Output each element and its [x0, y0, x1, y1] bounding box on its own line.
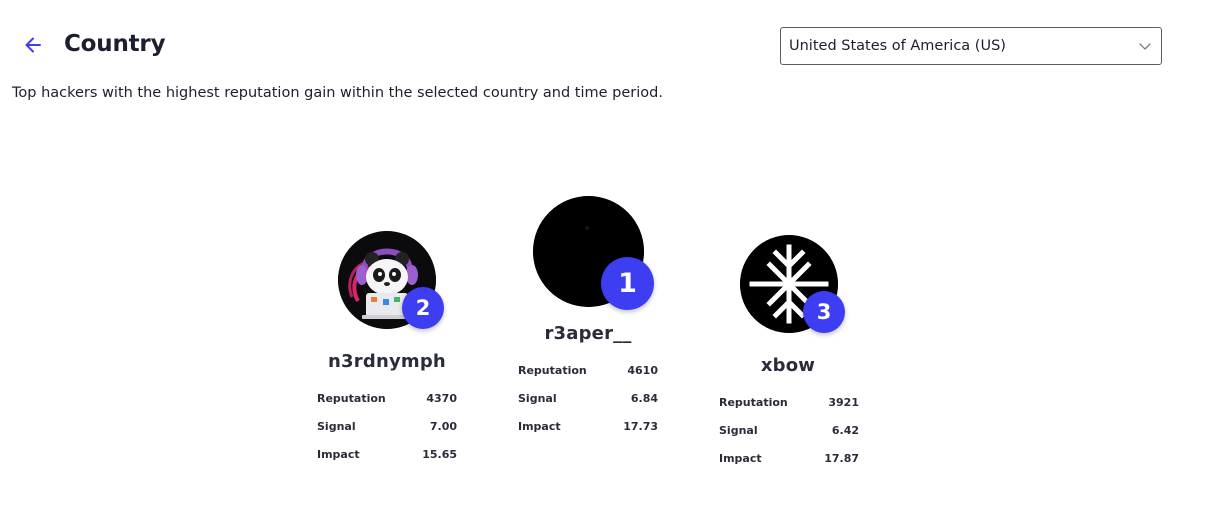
username[interactable]: xbow [688, 355, 888, 376]
stat-value: 6.84 [630, 391, 658, 405]
stat-row-signal: Signal 7.00 [317, 412, 457, 440]
stat-label: Reputation [719, 395, 788, 409]
stat-row-reputation: Reputation 4610 [518, 356, 658, 384]
stats-table: Reputation 4610 Signal 6.84 Impact 17.73 [518, 356, 658, 440]
rank-number: 2 [415, 296, 431, 320]
stat-label: Signal [719, 423, 758, 437]
country-select-value: United States of America (US) [789, 38, 1006, 54]
country-select[interactable]: United States of America (US) [780, 27, 1162, 65]
stat-value: 6.42 [831, 423, 859, 437]
stat-row-impact: Impact 15.65 [317, 440, 457, 468]
username[interactable]: n3rdnymph [287, 351, 487, 372]
stat-row-reputation: Reputation 3921 [719, 388, 859, 416]
stat-label: Reputation [518, 363, 587, 377]
stat-label: Impact [719, 451, 762, 465]
stat-row-signal: Signal 6.42 [719, 416, 859, 444]
rank-badge: 1 [601, 257, 654, 310]
stat-row-reputation: Reputation 4370 [317, 384, 457, 412]
stat-label: Impact [518, 419, 561, 433]
stat-label: Impact [317, 447, 360, 461]
stat-value: 15.65 [422, 447, 457, 461]
stats-table: Reputation 3921 Signal 6.42 Impact 17.87 [719, 388, 859, 472]
page-title: Country [64, 31, 166, 57]
stat-row-impact: Impact 17.73 [518, 412, 658, 440]
stat-value: 3921 [828, 395, 859, 409]
username[interactable]: r3aper__ [488, 323, 688, 344]
stat-row-signal: Signal 6.84 [518, 384, 658, 412]
stat-label: Signal [518, 391, 557, 405]
rank-number: 1 [618, 268, 637, 299]
back-button[interactable] [20, 34, 46, 60]
chevron-down-icon [1137, 38, 1153, 54]
rank-number: 3 [816, 300, 832, 324]
arrow-left-icon [23, 35, 43, 59]
rank-badge: 2 [402, 287, 444, 329]
stat-label: Reputation [317, 391, 386, 405]
stat-value: 17.73 [623, 419, 658, 433]
stat-value: 7.00 [429, 419, 457, 433]
stat-value: 4370 [426, 391, 457, 405]
stat-value: 17.87 [824, 451, 859, 465]
rank-badge: 3 [803, 291, 845, 333]
stat-label: Signal [317, 419, 356, 433]
stats-table: Reputation 4370 Signal 7.00 Impact 15.65 [317, 384, 457, 468]
stat-value: 4610 [627, 363, 658, 377]
page-description: Top hackers with the highest reputation … [12, 85, 663, 101]
stat-row-impact: Impact 17.87 [719, 444, 859, 472]
